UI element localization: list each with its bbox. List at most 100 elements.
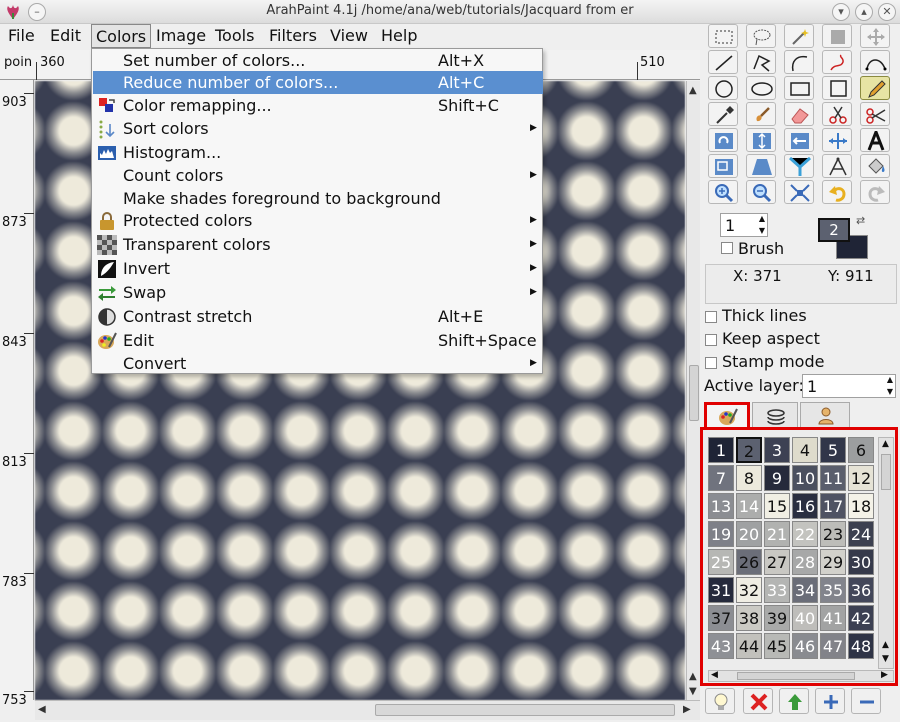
palette-color-cell[interactable]: 14: [736, 493, 762, 519]
resize-tool[interactable]: [708, 154, 738, 178]
fill-pattern-tool[interactable]: [784, 154, 814, 178]
palette-color-cell[interactable]: 40: [792, 605, 818, 631]
eyedropper-tool[interactable]: [708, 102, 738, 126]
palette-color-cell[interactable]: 12: [848, 465, 874, 491]
palette-horizontal-scrollbar[interactable]: ◀ ▶: [708, 670, 894, 682]
palette-color-cell[interactable]: 46: [792, 633, 818, 659]
menu-histogram[interactable]: Histogram...: [93, 141, 543, 164]
brush-tool[interactable]: [746, 102, 776, 126]
palette-color-cell[interactable]: 38: [736, 605, 762, 631]
palette-color-cell[interactable]: 33: [764, 577, 790, 603]
scroll-left-arrow-icon[interactable]: ◀: [38, 704, 46, 715]
spin-down-icon[interactable]: ▼: [759, 226, 765, 235]
text-tool[interactable]: [860, 128, 890, 152]
scroll-down-arrow-icon[interactable]: ▼: [689, 686, 697, 697]
palette-tip-button[interactable]: [705, 688, 735, 714]
palette-color-cell[interactable]: 7: [708, 465, 734, 491]
cut-tool[interactable]: [822, 102, 852, 126]
menu-make-shades[interactable]: Make shades foreground to background: [93, 187, 543, 210]
palette-color-cell[interactable]: 2: [736, 437, 762, 463]
flip-horizontal-tool[interactable]: [784, 128, 814, 152]
palette-color-cell[interactable]: 8: [736, 465, 762, 491]
palette-color-cell[interactable]: 42: [848, 605, 874, 631]
thick-lines-checkbox[interactable]: [705, 311, 717, 323]
palette-color-cell[interactable]: 21: [764, 521, 790, 547]
square-tool[interactable]: [822, 76, 852, 100]
scroll-right-arrow-icon[interactable]: ▶: [881, 670, 888, 680]
palette-color-cell[interactable]: 30: [848, 549, 874, 575]
tab-layers[interactable]: [752, 402, 798, 430]
palette-color-cell[interactable]: 15: [764, 493, 790, 519]
palette-color-cell[interactable]: 28: [792, 549, 818, 575]
scroll-up-arrow-icon[interactable]: ▲: [882, 439, 889, 449]
cut-transparent-tool[interactable]: [860, 102, 890, 126]
spin-down-icon[interactable]: ▼: [887, 387, 893, 396]
horizontal-scrollbar[interactable]: ◀ ▶: [35, 700, 700, 720]
palette-color-cell[interactable]: 18: [848, 493, 874, 519]
fill-tool[interactable]: [860, 154, 890, 178]
ellipse-tool[interactable]: [746, 76, 776, 100]
palette-color-cell[interactable]: 20: [736, 521, 762, 547]
menu-color-remapping[interactable]: Color remapping... Shift+C: [93, 94, 543, 117]
palette-color-cell[interactable]: 23: [820, 521, 846, 547]
palette-vertical-scrollbar[interactable]: ▲ ▲ ▼: [878, 437, 894, 669]
palette-color-cell[interactable]: 45: [764, 633, 790, 659]
palette-color-cell[interactable]: 36: [848, 577, 874, 603]
undo-tool[interactable]: [822, 180, 852, 204]
menu-edit-palette[interactable]: Edit Shift+Space: [93, 329, 543, 352]
palette-color-cell[interactable]: 29: [820, 549, 846, 575]
palette-color-cell[interactable]: 24: [848, 521, 874, 547]
palette-remove-button[interactable]: [851, 688, 881, 714]
horizontal-scroll-thumb[interactable]: [375, 704, 675, 716]
perspective-tool[interactable]: [746, 154, 776, 178]
palette-color-cell[interactable]: 34: [792, 577, 818, 603]
palette-color-cell[interactable]: 44: [736, 633, 762, 659]
palette-color-cell[interactable]: 37: [708, 605, 734, 631]
palette-color-cell[interactable]: 5: [820, 437, 846, 463]
palette-color-cell[interactable]: 4: [792, 437, 818, 463]
vertical-scrollbar[interactable]: ▲ ▲ ▼: [686, 81, 700, 700]
menu-tools[interactable]: Tools: [215, 24, 254, 48]
zoom-fit-tool[interactable]: [784, 180, 814, 204]
palette-hscroll-thumb[interactable]: [737, 672, 855, 680]
palette-color-cell[interactable]: 26: [736, 549, 762, 575]
palette-add-button[interactable]: [815, 688, 845, 714]
menu-convert[interactable]: Convert ▶: [93, 352, 543, 375]
scroll-up-arrow-icon[interactable]: ▲: [689, 671, 697, 682]
menu-invert[interactable]: Invert ▶: [93, 257, 543, 280]
rectangle-tool[interactable]: [784, 76, 814, 100]
menu-set-number-of-colors[interactable]: Set number of colors... Alt+X: [93, 49, 543, 72]
palette-color-cell[interactable]: 6: [848, 437, 874, 463]
menu-help[interactable]: Help: [381, 24, 417, 48]
eraser-tool[interactable]: [784, 102, 814, 126]
palette-color-cell[interactable]: 3: [764, 437, 790, 463]
magic-wand-tool[interactable]: [784, 24, 814, 48]
swap-colors-icon[interactable]: ⇄: [856, 214, 865, 227]
curve-tool[interactable]: [784, 50, 814, 74]
menu-protected-colors[interactable]: Protected colors ▶: [93, 209, 543, 232]
palette-color-cell[interactable]: 19: [708, 521, 734, 547]
polyline-tool[interactable]: [746, 50, 776, 74]
minimize-button[interactable]: ▾: [832, 3, 850, 21]
pencil-tool[interactable]: [860, 76, 890, 100]
palette-delete-button[interactable]: [743, 688, 773, 714]
foreground-color-swatch[interactable]: 2: [818, 218, 850, 242]
palette-color-cell[interactable]: 1: [708, 437, 734, 463]
symmetry-tool[interactable]: [822, 154, 852, 178]
palette-color-cell[interactable]: 43: [708, 633, 734, 659]
zoom-in-tool[interactable]: [708, 180, 738, 204]
stamp-mode-checkbox[interactable]: [705, 357, 717, 369]
menu-sort-colors[interactable]: Sort colors ▶: [93, 117, 543, 140]
scroll-up-arrow-icon[interactable]: ▲: [689, 85, 697, 96]
menu-swap[interactable]: Swap ▶: [93, 281, 543, 304]
close-button[interactable]: ✕: [878, 3, 896, 21]
menu-view[interactable]: View: [330, 24, 368, 48]
palette-color-cell[interactable]: 47: [820, 633, 846, 659]
brush-size-spinner[interactable]: 1 ▲ ▼: [720, 213, 768, 237]
brush-checkbox[interactable]: [721, 242, 733, 254]
flip-vertical-tool[interactable]: [746, 128, 776, 152]
rectangle-select-tool[interactable]: [708, 24, 738, 48]
scroll-up-arrow-icon[interactable]: ▲: [882, 640, 889, 650]
scroll-down-arrow-icon[interactable]: ▼: [882, 654, 889, 664]
tab-palette[interactable]: [704, 402, 750, 430]
